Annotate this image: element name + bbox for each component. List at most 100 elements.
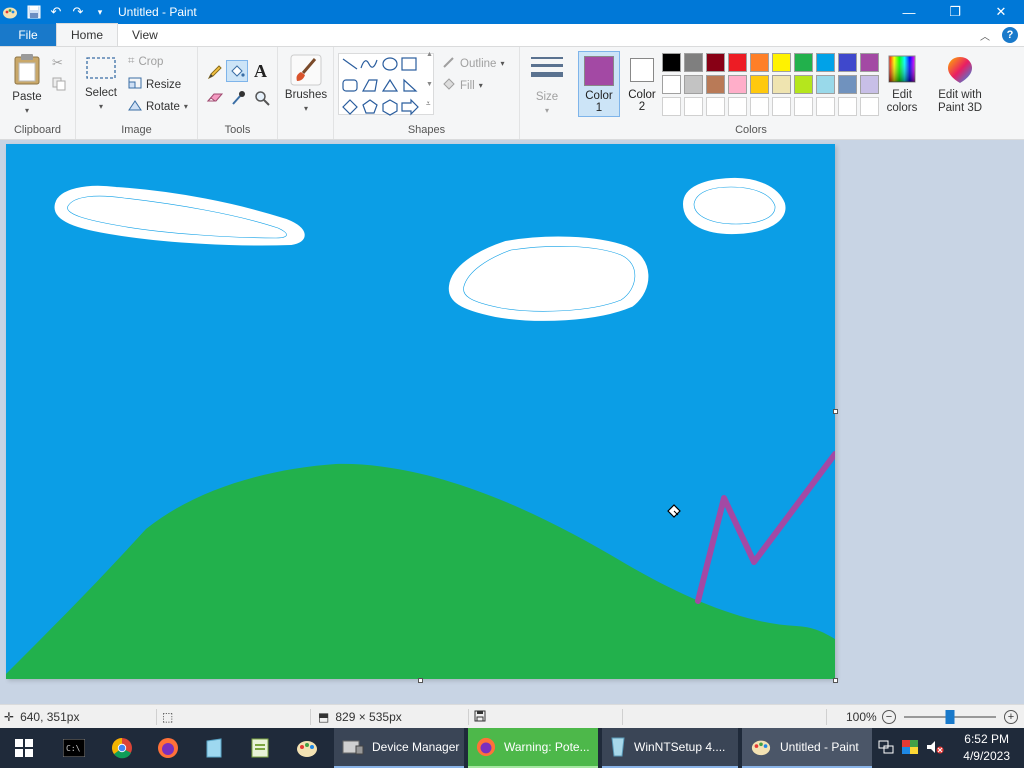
taskbar-spreadsheet-app[interactable] bbox=[238, 728, 282, 768]
zoom-in-icon[interactable]: + bbox=[1004, 710, 1018, 724]
fill-bucket-icon[interactable] bbox=[226, 60, 248, 82]
palette-swatch[interactable] bbox=[772, 53, 791, 72]
custom-color-slot[interactable] bbox=[860, 97, 879, 116]
shapes-scroll-up-icon[interactable]: ▲ bbox=[426, 51, 433, 58]
color-picker-icon[interactable] bbox=[230, 89, 246, 110]
custom-color-slot[interactable] bbox=[684, 97, 703, 116]
outline-button[interactable]: Outline ▾ bbox=[442, 55, 504, 72]
paint-app-icon[interactable] bbox=[2, 4, 18, 20]
edit-with-paint3d-button[interactable]: Edit with Paint 3D bbox=[932, 55, 988, 115]
palette-swatch[interactable] bbox=[794, 53, 813, 72]
taskbar-app-paint[interactable]: Untitled - Paint bbox=[742, 728, 872, 768]
redo-icon[interactable]: ↷ bbox=[70, 4, 86, 20]
resize-handle-bottom[interactable] bbox=[418, 678, 423, 683]
resize-handle-corner[interactable] bbox=[833, 678, 838, 683]
palette-swatch[interactable] bbox=[684, 75, 703, 94]
display-icon[interactable] bbox=[902, 739, 918, 757]
palette-swatch[interactable] bbox=[860, 75, 879, 94]
taskbar-chrome[interactable] bbox=[100, 728, 144, 768]
taskbar-notes-app[interactable] bbox=[192, 728, 236, 768]
shapes-expand-icon[interactable]: ⩡ bbox=[426, 99, 431, 109]
zoom-out-icon[interactable]: − bbox=[882, 710, 896, 724]
paste-dropdown-icon[interactable]: ▾ bbox=[25, 104, 29, 117]
palette-swatch[interactable] bbox=[662, 53, 681, 72]
taskbar-app-winntsetup[interactable]: WinNTSetup 4.... bbox=[602, 728, 738, 768]
rotate-button[interactable]: Rotate ▾ bbox=[128, 99, 188, 114]
palette-swatch[interactable] bbox=[706, 75, 725, 94]
minimize-button[interactable]: — bbox=[886, 0, 932, 24]
eraser-icon[interactable] bbox=[206, 91, 224, 108]
tab-view[interactable]: View bbox=[118, 24, 172, 46]
taskbar-firefox[interactable] bbox=[146, 728, 190, 768]
resize-handle-right[interactable] bbox=[833, 409, 838, 414]
customize-qat-icon[interactable]: ▾ bbox=[92, 4, 108, 20]
fill-button[interactable]: Fill ▾ bbox=[442, 77, 483, 94]
save-icon[interactable] bbox=[26, 4, 42, 20]
taskbar-app-device-manager[interactable]: Device Manager bbox=[334, 728, 464, 768]
canvas-workspace[interactable] bbox=[0, 140, 1024, 704]
palette-swatch[interactable] bbox=[838, 75, 857, 94]
window-title: Untitled - Paint bbox=[118, 5, 197, 19]
paint3d-icon bbox=[948, 57, 972, 83]
custom-color-slot[interactable] bbox=[794, 97, 813, 116]
size-button[interactable]: Size ▾ bbox=[524, 55, 570, 117]
zoom-slider-thumb[interactable] bbox=[945, 710, 955, 724]
svg-text:C:\: C:\ bbox=[66, 744, 81, 753]
shapes-scroll-down-icon[interactable]: ▼ bbox=[426, 81, 433, 88]
custom-color-slot[interactable] bbox=[772, 97, 791, 116]
palette-swatch[interactable] bbox=[794, 75, 813, 94]
palette-swatch[interactable] bbox=[750, 75, 769, 94]
start-button[interactable] bbox=[0, 728, 48, 768]
select-dropdown-icon[interactable]: ▾ bbox=[99, 100, 103, 113]
palette-swatch[interactable] bbox=[838, 53, 857, 72]
taskbar-clock[interactable]: 6:52 PM 4/9/2023 bbox=[963, 731, 1010, 765]
brushes-button[interactable]: Brushes ▾ bbox=[284, 53, 328, 115]
palette-swatch[interactable] bbox=[728, 75, 747, 94]
select-button[interactable]: Select ▾ bbox=[84, 55, 118, 113]
paste-button[interactable]: Paste ▾ bbox=[8, 53, 46, 117]
maximize-button[interactable]: ❐ bbox=[932, 0, 978, 24]
shapes-gallery[interactable] bbox=[338, 53, 434, 116]
taskbar-paint-pinned[interactable] bbox=[284, 728, 330, 768]
palette-swatch[interactable] bbox=[772, 75, 791, 94]
text-tool-icon[interactable]: A bbox=[254, 61, 267, 82]
tab-home[interactable]: Home bbox=[56, 23, 119, 46]
custom-color-slot[interactable] bbox=[816, 97, 835, 116]
file-size bbox=[474, 705, 486, 729]
color1-button[interactable]: Color 1 bbox=[578, 51, 620, 117]
close-button[interactable]: ✕ bbox=[978, 0, 1024, 24]
pencil-icon[interactable] bbox=[206, 63, 224, 84]
volume-muted-icon[interactable] bbox=[926, 740, 944, 757]
firefox-icon bbox=[158, 738, 178, 758]
copy-icon[interactable] bbox=[52, 77, 66, 94]
edit-colors-button[interactable]: Edit colors bbox=[882, 55, 922, 115]
custom-color-slot[interactable] bbox=[662, 97, 681, 116]
palette-swatch[interactable] bbox=[816, 75, 835, 94]
taskbar-app-firefox-warning[interactable]: Warning: Pote... bbox=[468, 728, 598, 768]
taskbar-command-prompt[interactable]: C:\ bbox=[52, 728, 96, 768]
resize-label: Resize bbox=[146, 78, 182, 91]
undo-icon[interactable]: ↶ bbox=[48, 4, 64, 20]
palette-swatch[interactable] bbox=[750, 53, 769, 72]
palette-swatch[interactable] bbox=[684, 53, 703, 72]
custom-color-slot[interactable] bbox=[838, 97, 857, 116]
collapse-ribbon-icon[interactable]: ︿ bbox=[980, 28, 990, 43]
cut-icon[interactable]: ✂ bbox=[52, 55, 63, 71]
palette-swatch[interactable] bbox=[860, 53, 879, 72]
palette-swatch[interactable] bbox=[728, 53, 747, 72]
zoom-slider[interactable] bbox=[904, 710, 996, 724]
help-icon[interactable]: ? bbox=[1002, 27, 1018, 43]
custom-color-slot[interactable] bbox=[750, 97, 769, 116]
palette-swatch[interactable] bbox=[662, 75, 681, 94]
magnifier-icon[interactable] bbox=[254, 90, 270, 109]
palette-swatch[interactable] bbox=[816, 53, 835, 72]
color2-button[interactable]: Color 2 bbox=[622, 51, 662, 117]
custom-color-slot[interactable] bbox=[728, 97, 747, 116]
resize-button[interactable]: Resize bbox=[128, 77, 181, 92]
palette-swatch[interactable] bbox=[706, 53, 725, 72]
custom-color-slot[interactable] bbox=[706, 97, 725, 116]
drawing-canvas[interactable] bbox=[6, 144, 835, 679]
network-icon[interactable] bbox=[878, 740, 894, 757]
crop-button[interactable]: ⌗ Crop bbox=[128, 55, 163, 68]
tab-file[interactable]: File bbox=[0, 24, 56, 46]
